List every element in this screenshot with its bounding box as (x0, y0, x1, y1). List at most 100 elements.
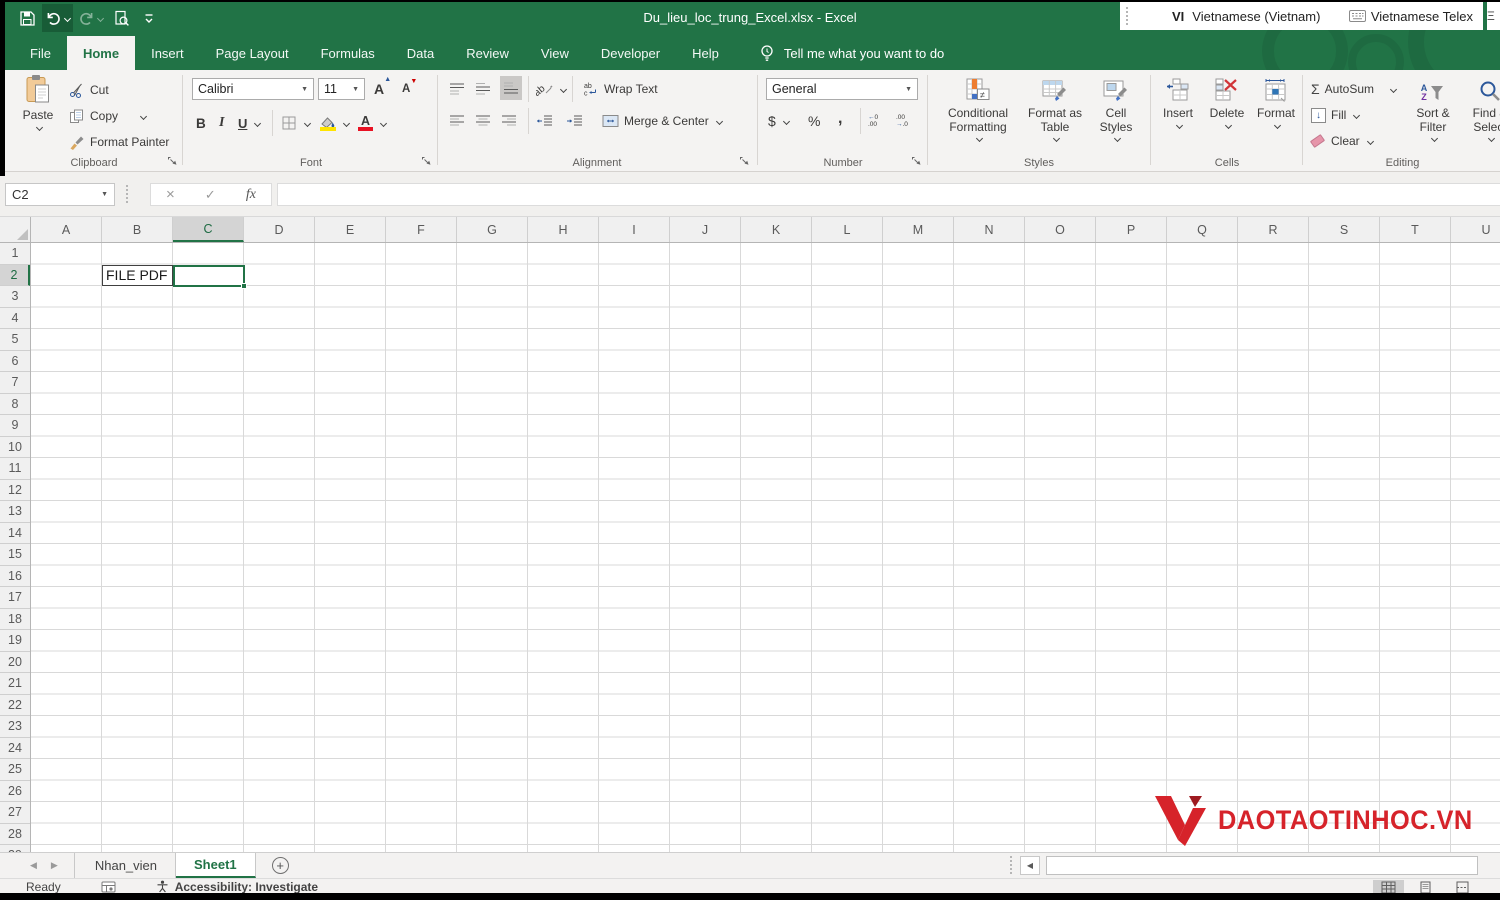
column-header-O[interactable]: O (1025, 217, 1096, 242)
row-header-1[interactable]: 1 (0, 243, 30, 265)
conditional-formatting-button[interactable]: ≠ Conditional Formatting (934, 76, 1022, 143)
formula-bar-grip[interactable] (126, 185, 130, 203)
font-color-button[interactable]: A (358, 112, 388, 134)
row-header-8[interactable]: 8 (0, 394, 30, 415)
cell-styles-dropdown[interactable] (1113, 134, 1122, 143)
sort-filter-dropdown[interactable] (1430, 134, 1439, 143)
column-header-S[interactable]: S (1309, 217, 1380, 242)
sheet-tab-Sheet1[interactable]: Sheet1 (176, 853, 256, 878)
row-header-13[interactable]: 13 (0, 501, 30, 523)
font-dialog-launcher[interactable] (421, 156, 432, 167)
autosum-button[interactable]: Σ AutoSum (1311, 78, 1398, 100)
clear-dropdown[interactable] (1366, 137, 1374, 145)
undo-dropdown[interactable] (63, 14, 72, 22)
column-header-A[interactable]: A (31, 217, 102, 242)
ribbon-tab-data[interactable]: Data (391, 36, 450, 70)
orientation-dropdown[interactable] (559, 85, 568, 93)
row-header-12[interactable]: 12 (0, 480, 30, 501)
accessibility-status[interactable]: Accessibility: Investigate (156, 880, 318, 894)
redo-button[interactable] (75, 4, 106, 32)
italic-button[interactable]: I (219, 112, 224, 134)
wrap-text-button[interactable]: ab c Wrap Text (582, 78, 658, 100)
font-size-combo[interactable]: 11 ▼ (318, 78, 365, 100)
font-size-dropdown[interactable]: ▼ (346, 86, 359, 93)
column-header-C[interactable]: C (173, 217, 244, 242)
row-header-23[interactable]: 23 (0, 716, 30, 738)
row-header-25[interactable]: 25 (0, 759, 30, 781)
insert-function-icon[interactable]: fx (246, 187, 256, 203)
find-select-dropdown[interactable] (1487, 134, 1496, 143)
clipboard-dialog-launcher[interactable] (167, 156, 178, 167)
number-format-combo[interactable]: General ▼ (766, 78, 918, 100)
font-family-combo[interactable]: Calibri ▼ (192, 78, 314, 100)
row-header-18[interactable]: 18 (0, 609, 30, 630)
row-header-6[interactable]: 6 (0, 351, 30, 372)
ribbon-tab-home[interactable]: Home (66, 36, 136, 70)
ribbon-tab-file[interactable]: File (14, 36, 67, 70)
copy-dropdown[interactable] (139, 112, 148, 120)
font-color-dropdown[interactable] (379, 119, 388, 127)
row-header-10[interactable]: 10 (0, 437, 30, 458)
undo-button[interactable] (42, 4, 73, 32)
row-header-5[interactable]: 5 (0, 329, 30, 351)
column-header-K[interactable]: K (741, 217, 812, 242)
row-header-15[interactable]: 15 (0, 544, 30, 566)
scroll-left-icon[interactable]: ◀ (1020, 855, 1040, 875)
column-header-E[interactable]: E (315, 217, 386, 242)
borders-button[interactable] (280, 112, 312, 134)
middle-align-button[interactable] (474, 78, 491, 100)
formula-input[interactable] (277, 183, 1500, 206)
column-header-G[interactable]: G (457, 217, 528, 242)
row-header-16[interactable]: 16 (0, 566, 30, 587)
row-header-24[interactable]: 24 (0, 738, 30, 759)
autosum-dropdown[interactable] (1389, 85, 1398, 93)
decrease-indent-button[interactable] (536, 110, 553, 132)
tell-me-box[interactable]: Tell me what you want to do (759, 36, 944, 70)
language-code[interactable]: VI (1172, 9, 1184, 24)
new-sheet-button[interactable]: + (271, 857, 289, 874)
row-header-17[interactable]: 17 (0, 587, 30, 609)
sheet-tab-Nhan_vien[interactable]: Nhan_vien (77, 853, 176, 878)
name-box-dropdown[interactable]: ▼ (101, 191, 108, 198)
column-header-I[interactable]: I (599, 217, 670, 242)
sheet-nav-left-icon[interactable]: ◀ (30, 860, 37, 871)
comma-style-button[interactable]: , (838, 108, 842, 130)
ribbon-tab-review[interactable]: Review (450, 36, 525, 70)
column-header-Q[interactable]: Q (1167, 217, 1238, 242)
row-header-11[interactable]: 11 (0, 458, 30, 480)
save-button[interactable] (14, 4, 40, 32)
format-cells-button[interactable]: Format (1253, 76, 1299, 130)
sheet-nav-right-icon[interactable]: ▶ (51, 860, 58, 871)
borders-dropdown[interactable] (303, 119, 312, 127)
delete-dropdown[interactable] (1224, 121, 1233, 130)
scrollbar-grip[interactable] (1010, 856, 1014, 874)
fill-dropdown[interactable] (1353, 111, 1361, 119)
row-header-4[interactable]: 4 (0, 308, 30, 329)
langbar-grip[interactable] (1126, 7, 1130, 25)
format-dropdown[interactable] (1273, 121, 1282, 130)
sort-filter-button[interactable]: AZ Sort & Filter (1409, 76, 1457, 143)
langbar-overflow[interactable]: Ξ (1487, 2, 1500, 30)
cancel-entry-icon[interactable]: × (166, 186, 175, 203)
underline-dropdown[interactable] (254, 119, 262, 127)
row-header-27[interactable]: 27 (0, 802, 30, 824)
alignment-dialog-launcher[interactable] (739, 156, 750, 167)
align-center-button[interactable] (474, 110, 491, 132)
find-select-button[interactable]: Find & Select (1461, 76, 1500, 143)
column-header-U[interactable]: U (1451, 217, 1500, 242)
column-header-M[interactable]: M (883, 217, 954, 242)
row-header-19[interactable]: 19 (0, 630, 30, 652)
column-header-H[interactable]: H (528, 217, 599, 242)
ribbon-tab-insert[interactable]: Insert (135, 36, 200, 70)
merge-center-dropdown[interactable] (715, 117, 723, 125)
format-painter-button[interactable]: Format Painter (68, 131, 169, 153)
sheet-grid[interactable]: FILE PDF (31, 243, 1500, 852)
fill-color-dropdown[interactable] (342, 119, 351, 127)
row-header-3[interactable]: 3 (0, 286, 30, 308)
column-header-J[interactable]: J (670, 217, 741, 242)
format-as-table-dropdown[interactable] (1052, 134, 1061, 143)
accounting-format-button[interactable]: $ (768, 110, 790, 132)
row-header-29[interactable]: 29 (0, 845, 30, 852)
increase-indent-button[interactable] (566, 110, 583, 132)
decrease-font-button[interactable]: A ▼ (402, 78, 417, 100)
